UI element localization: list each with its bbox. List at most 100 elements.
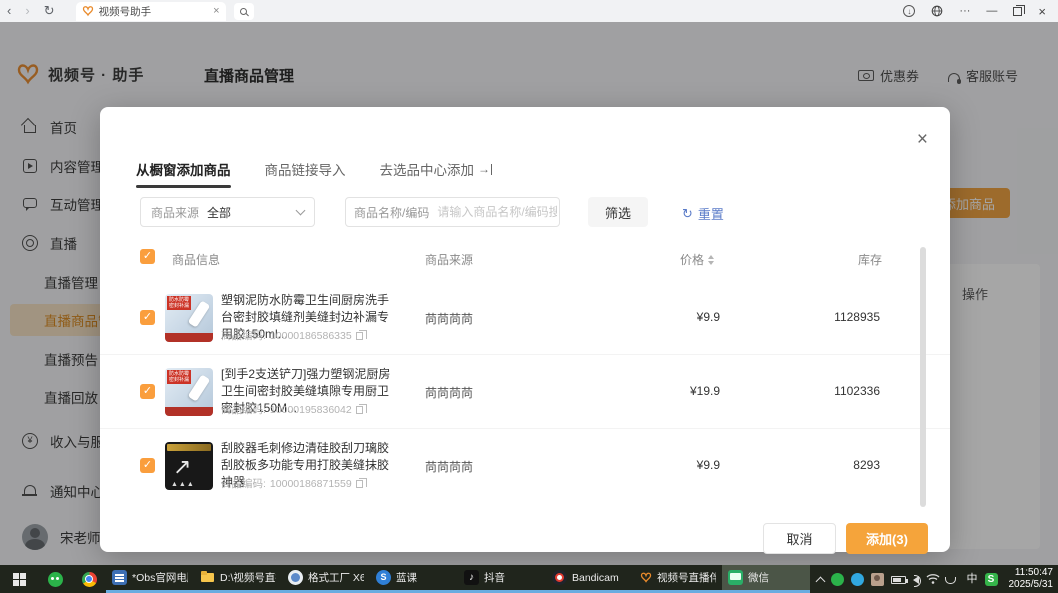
product-price: ¥19.9 [620, 384, 720, 398]
download-icon[interactable]: ↓ [903, 5, 915, 17]
taskbar-app-label: D:\视频号直播... [220, 570, 276, 585]
wifi-icon[interactable] [926, 573, 940, 585]
copy-icon[interactable] [356, 480, 363, 488]
tray-avatar-icon[interactable] [871, 573, 884, 586]
product-stock: 1102336 [780, 384, 880, 398]
bandicam-icon [552, 570, 567, 585]
product-thumbnail: 防水防霉 密封补漏 [165, 294, 213, 342]
close-window-icon[interactable]: × [1038, 4, 1046, 19]
reset-label: 重置 [698, 204, 724, 223]
col-stock: 库存 [858, 251, 882, 268]
tray-expand-icon[interactable] [815, 576, 825, 586]
browser-tab[interactable]: 视频号助手 × [76, 2, 226, 21]
col-price-label: 价格 [680, 251, 704, 268]
product-code: 商品编码: 10000186871559 [221, 476, 363, 491]
browser-back-button[interactable]: ‹ [0, 0, 18, 22]
taskbar-app-label: 抖音 [484, 570, 505, 585]
browser-chrome: ‹ › ↻ 视频号助手 × ↓ ··· — × [0, 0, 1058, 22]
copy-icon[interactable] [356, 406, 363, 414]
external-link-icon: → [478, 164, 492, 175]
thumb-gold-bar [167, 444, 211, 451]
tab-label: 从橱窗添加商品 [136, 159, 231, 179]
product-price: ¥9.9 [620, 310, 720, 324]
name-search-box[interactable]: 商品名称/编码 [345, 197, 560, 227]
wechat-icon [48, 572, 63, 587]
source-filter-dropdown[interactable]: 商品来源 全部 [140, 197, 315, 227]
row-checkbox[interactable]: ✓ [140, 458, 155, 473]
taskbar-app-folder[interactable]: D:\视频号直播... [194, 565, 282, 593]
tray-messenger-icon[interactable] [851, 573, 864, 586]
tab-search-button[interactable] [234, 3, 254, 20]
product-source: 苘苘苘苘 [425, 310, 473, 327]
taskbar-app-label: Bandicam [572, 572, 619, 584]
taskbar-app-obs[interactable]: *Obs官网电脑... [106, 565, 194, 593]
sort-icon [708, 255, 714, 265]
code-value: 10000195836042 [270, 404, 352, 416]
taskbar-app-label: 微信 [748, 570, 769, 585]
globe-icon[interactable] [931, 5, 943, 17]
start-button[interactable] [0, 565, 38, 593]
product-source: 苘苘苘苘 [425, 458, 473, 475]
tray-date: 2025/5/31 [1009, 579, 1054, 591]
taskbar-app-label: 蓝课 [396, 570, 417, 585]
tab-label: 去选品中心添加 [380, 159, 475, 179]
taskbar-app-live-companion[interactable]: 视频号直播伴侣 [634, 565, 722, 593]
tab-import-link[interactable]: 商品链接导入 [265, 159, 346, 188]
taskbar-app-label: 视频号直播伴侣 [657, 570, 716, 585]
table-row[interactable]: ✓ 防水防霉 密封补漏 [到手2支送铲刀]强力塑钢泥厨房卫生间密封胶美缝填隙专用… [100, 355, 950, 429]
product-price: ¥9.9 [620, 458, 720, 472]
taskbar-chrome-pinned[interactable] [72, 565, 106, 593]
battery-icon[interactable] [891, 576, 906, 584]
taskbar-app-wechat-desktop[interactable]: 微信 [722, 565, 810, 593]
row-checkbox[interactable]: ✓ [140, 384, 155, 399]
col-price[interactable]: 价格 [680, 251, 714, 268]
copy-icon[interactable] [356, 332, 363, 340]
taskbar-app-formatfactory[interactable]: 格式工厂 X64 ... [282, 565, 370, 593]
restore-icon[interactable] [1013, 7, 1022, 16]
tray-wechat-icon[interactable] [831, 573, 844, 586]
cancel-button[interactable]: 取消 [763, 523, 836, 554]
minimize-icon[interactable]: — [986, 5, 997, 17]
col-source: 商品来源 [425, 251, 473, 268]
confirm-add-button[interactable]: 添加(3) [846, 523, 928, 554]
search-input[interactable] [437, 205, 557, 219]
modal-tabs: 从橱窗添加商品 商品链接导入 去选品中心添加 → [136, 159, 492, 188]
taskbar-app-lanke[interactable]: S 蓝课 [370, 565, 458, 593]
tab-add-from-showcase[interactable]: 从橱窗添加商品 [136, 159, 231, 188]
code-label: 商品编码: [221, 328, 266, 343]
thumb-strip [165, 407, 213, 416]
col-product-info: 商品信息 [172, 251, 220, 268]
thumb-badge: 防水防霉 密封补漏 [167, 296, 191, 310]
thumb-tube-shape [188, 300, 211, 327]
app-page: 视频号 · 助手 直播商品管理 优惠券 客服账号 首页 内容管理 互动管理 直播… [0, 22, 1058, 565]
ime-indicator[interactable]: 中 [967, 573, 978, 586]
code-label: 商品编码: [221, 476, 266, 491]
taskbar-app-douyin[interactable]: ♪ 抖音 [458, 565, 546, 593]
modal-close-icon[interactable]: × [917, 129, 928, 151]
tab-close-icon[interactable]: × [213, 5, 219, 17]
tab-selection-center[interactable]: 去选品中心添加 → [380, 159, 493, 188]
taskbar-app-bandicam[interactable]: Bandicam [546, 565, 634, 593]
reset-button[interactable]: ↻ 重置 [682, 204, 724, 223]
filter-button[interactable]: 筛选 [588, 197, 648, 227]
table-row[interactable]: ✓ ↗ ▲▲▲ 刮胶器毛刺修边清硅胶刮刀璃胶刮胶板多功能专用打胶美缝抹胶神器 商… [100, 429, 950, 503]
volume-icon[interactable] [913, 576, 919, 584]
lanke-icon: S [376, 570, 391, 585]
product-code: 商品编码: 10000186586335 [221, 328, 363, 343]
clock[interactable]: 11:50:47 2025/5/31 [1005, 567, 1054, 591]
thumb-tube-shape [188, 374, 211, 401]
folder-icon [200, 570, 215, 585]
sogou-icon[interactable]: S [985, 573, 998, 586]
browser-forward-button[interactable]: › [18, 0, 36, 22]
taskbar-wechat-pinned[interactable] [38, 565, 72, 593]
select-all-checkbox[interactable]: ✓ [140, 249, 155, 264]
notepad-icon [112, 570, 127, 585]
system-tray: 中 S 11:50:47 2025/5/31 [817, 565, 1058, 593]
browser-refresh-button[interactable]: ↻ [37, 0, 62, 22]
table-row[interactable]: ✓ 防水防霉 密封补漏 塑钢泥防水防霉卫生间厨房洗手台密封胶填缝剂美缝封边补漏专… [100, 281, 950, 355]
source-filter-label: 商品来源 [151, 204, 199, 221]
more-icon[interactable]: ··· [959, 5, 970, 17]
row-checkbox[interactable]: ✓ [140, 310, 155, 325]
modal-scrollbar[interactable] [920, 247, 926, 507]
channels-favicon-icon [82, 5, 94, 17]
